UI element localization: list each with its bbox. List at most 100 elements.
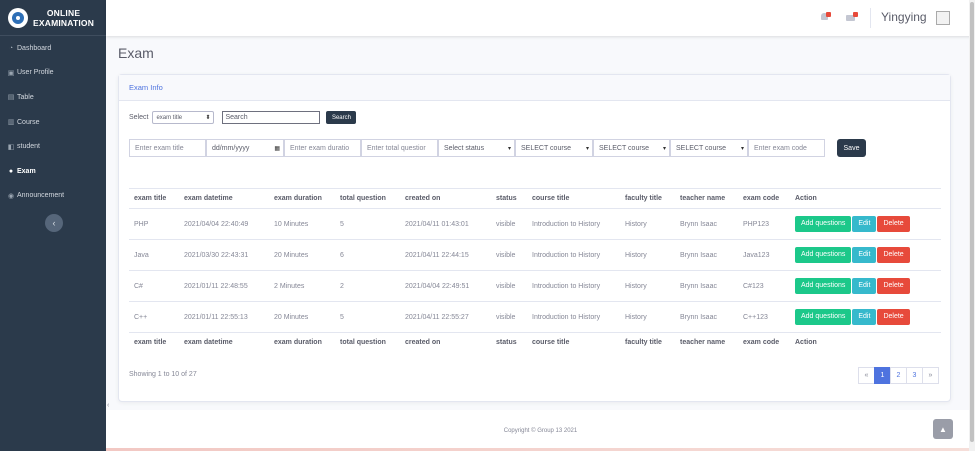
foot-exam-code: exam code bbox=[738, 332, 790, 353]
sidebar-item-dashboard[interactable]: ◔ Dashboard bbox=[0, 36, 106, 61]
add-questions-button[interactable]: Add questions bbox=[795, 309, 852, 325]
page-title: Exam bbox=[118, 45, 154, 61]
col-status[interactable]: status bbox=[491, 188, 527, 209]
cell-total-question: 2 bbox=[335, 270, 400, 302]
search-button[interactable]: Search bbox=[326, 111, 357, 124]
cell-exam-datetime: 2021/04/04 22:40:49 bbox=[179, 208, 269, 240]
chevron-down-icon: ▾ bbox=[662, 145, 666, 152]
course-select-3[interactable]: SELECT course ▾ bbox=[670, 139, 748, 157]
username[interactable]: Yingying bbox=[881, 10, 927, 24]
table-row: C# 2021/01/11 22:48:55 2 Minutes 2 2021/… bbox=[129, 270, 941, 302]
table-info: Showing 1 to 10 of 27 bbox=[129, 371, 197, 378]
scroll-to-top-button[interactable]: ▲ bbox=[933, 419, 953, 439]
cell-teacher-name: Brynn Isaac bbox=[675, 239, 738, 271]
save-button[interactable]: Save bbox=[837, 139, 866, 157]
filter-select[interactable]: exam title ⬍ bbox=[152, 111, 215, 124]
foot-exam-duration: exam duration bbox=[269, 332, 335, 353]
alerts-badge bbox=[826, 12, 831, 17]
sidebar-item-label: Dashboard bbox=[17, 44, 52, 52]
sidebar-item-student[interactable]: ◧ student bbox=[0, 134, 106, 159]
course-select-2[interactable]: SELECT course ▾ bbox=[593, 139, 670, 157]
col-created-on[interactable]: created on bbox=[400, 188, 491, 209]
edit-button[interactable]: Edit bbox=[852, 216, 877, 232]
sidebar-item-announcement[interactable]: ◉ Announcement bbox=[0, 184, 106, 209]
exam-code-input[interactable]: Enter exam code bbox=[748, 139, 825, 157]
calendar-icon: ▦ bbox=[274, 145, 280, 152]
cell-actions: Add questions Edit Delete bbox=[790, 239, 941, 271]
chevron-down-icon: ▾ bbox=[740, 145, 744, 152]
pagination-page-1[interactable]: 1 bbox=[874, 367, 891, 384]
pagination-page-2[interactable]: 2 bbox=[890, 367, 907, 384]
sidebar-item-label: Course bbox=[17, 118, 40, 126]
cell-faculty-title: History bbox=[620, 270, 675, 302]
sidebar-item-exam[interactable]: ● Exam bbox=[0, 159, 106, 184]
cell-total-question: 6 bbox=[335, 239, 400, 271]
pagination-next[interactable]: » bbox=[922, 367, 939, 384]
foot-teacher-name: teacher name bbox=[675, 332, 738, 353]
course-select-1[interactable]: SELECT course ▾ bbox=[515, 139, 593, 157]
delete-button[interactable]: Delete bbox=[877, 278, 910, 294]
add-questions-button[interactable]: Add questions bbox=[795, 247, 852, 263]
announcement-icon: ◉ bbox=[7, 192, 15, 200]
cell-exam-datetime: 2021/01/11 22:55:13 bbox=[179, 301, 269, 333]
col-faculty-title[interactable]: faculty title bbox=[620, 188, 675, 209]
edit-button[interactable]: Edit bbox=[852, 278, 877, 294]
cell-created-on: 2021/04/04 22:49:51 bbox=[400, 270, 491, 302]
exam-title-input[interactable]: Enter exam title bbox=[129, 139, 206, 157]
add-questions-button[interactable]: Add questions bbox=[795, 216, 852, 232]
delete-button[interactable]: Delete bbox=[877, 216, 910, 232]
sidebar-item-label: Announcement bbox=[17, 192, 65, 200]
cell-created-on: 2021/04/11 22:55:27 bbox=[400, 301, 491, 333]
col-exam-datetime[interactable]: exam datetime bbox=[179, 188, 269, 209]
col-exam-duration[interactable]: exam duration bbox=[269, 188, 335, 209]
col-course-title[interactable]: course title bbox=[527, 188, 620, 209]
table-row: C++ 2021/01/11 22:55:13 20 Minutes 5 202… bbox=[129, 301, 941, 333]
status-select[interactable]: Select status ▾ bbox=[438, 139, 515, 157]
course-select-2-value: SELECT course bbox=[599, 144, 650, 152]
sidebar-item-table[interactable]: ▤ Table bbox=[0, 85, 106, 110]
avatar[interactable] bbox=[936, 11, 950, 25]
exam-duration-input[interactable]: Enter exam duratio bbox=[284, 139, 361, 157]
table-row: PHP 2021/04/04 22:40:49 10 Minutes 5 202… bbox=[129, 208, 941, 240]
pagination: « 1 2 3 » bbox=[858, 367, 939, 384]
foot-course-title: course title bbox=[527, 332, 620, 353]
sidebar-item-user-profile[interactable]: ▣ User Profile bbox=[0, 61, 106, 86]
pagination-page-3[interactable]: 3 bbox=[906, 367, 923, 384]
sidebar-nav: ◔ Dashboard ▣ User Profile ▤ Table ▥ Course … bbox=[0, 36, 106, 208]
foot-exam-datetime: exam datetime bbox=[179, 332, 269, 353]
brand-line1: ONLINE bbox=[46, 7, 81, 18]
add-questions-button[interactable]: Add questions bbox=[795, 278, 852, 294]
bell-icon[interactable] bbox=[821, 12, 831, 22]
envelope-icon[interactable] bbox=[846, 12, 858, 22]
edit-button[interactable]: Edit bbox=[852, 309, 877, 325]
sidebar-item-label: student bbox=[17, 143, 40, 151]
cell-faculty-title: History bbox=[620, 239, 675, 271]
col-total-question[interactable]: total question bbox=[335, 188, 400, 209]
cell-course-title: Introduction to History bbox=[527, 270, 620, 302]
brand-logo-icon bbox=[8, 7, 28, 28]
col-exam-title[interactable]: exam title bbox=[129, 188, 179, 209]
cell-teacher-name: Brynn Isaac bbox=[675, 270, 738, 302]
sidebar-toggle-button[interactable]: ‹ bbox=[45, 214, 63, 232]
cell-teacher-name: Brynn Isaac bbox=[675, 208, 738, 240]
edit-button[interactable]: Edit bbox=[852, 247, 877, 263]
brand[interactable]: ONLINE EXAMINATION bbox=[0, 0, 106, 36]
foot-status: status bbox=[491, 332, 527, 353]
search-input[interactable]: Search bbox=[222, 111, 321, 124]
exam-date-input[interactable]: dd/mm/yyyy ▦ bbox=[206, 139, 284, 157]
total-question-input[interactable]: Enter total questior bbox=[361, 139, 438, 157]
table-icon: ▤ bbox=[7, 94, 15, 102]
col-exam-code[interactable]: exam code bbox=[738, 188, 790, 209]
cell-course-title: Introduction to History bbox=[527, 301, 620, 333]
col-teacher-name[interactable]: teacher name bbox=[675, 188, 738, 209]
delete-button[interactable]: Delete bbox=[877, 247, 910, 263]
student-icon: ◧ bbox=[7, 143, 15, 151]
pagination-prev[interactable]: « bbox=[858, 367, 875, 384]
sidebar-item-course[interactable]: ▥ Course bbox=[0, 110, 106, 135]
scrollbar-thumb[interactable] bbox=[970, 2, 974, 442]
foot-action: Action bbox=[790, 332, 941, 353]
cell-exam-code: PHP123 bbox=[738, 208, 790, 240]
user-icon: ● bbox=[8, 167, 14, 175]
delete-button[interactable]: Delete bbox=[877, 309, 910, 325]
brand-line2: EXAMINATION bbox=[33, 17, 95, 28]
